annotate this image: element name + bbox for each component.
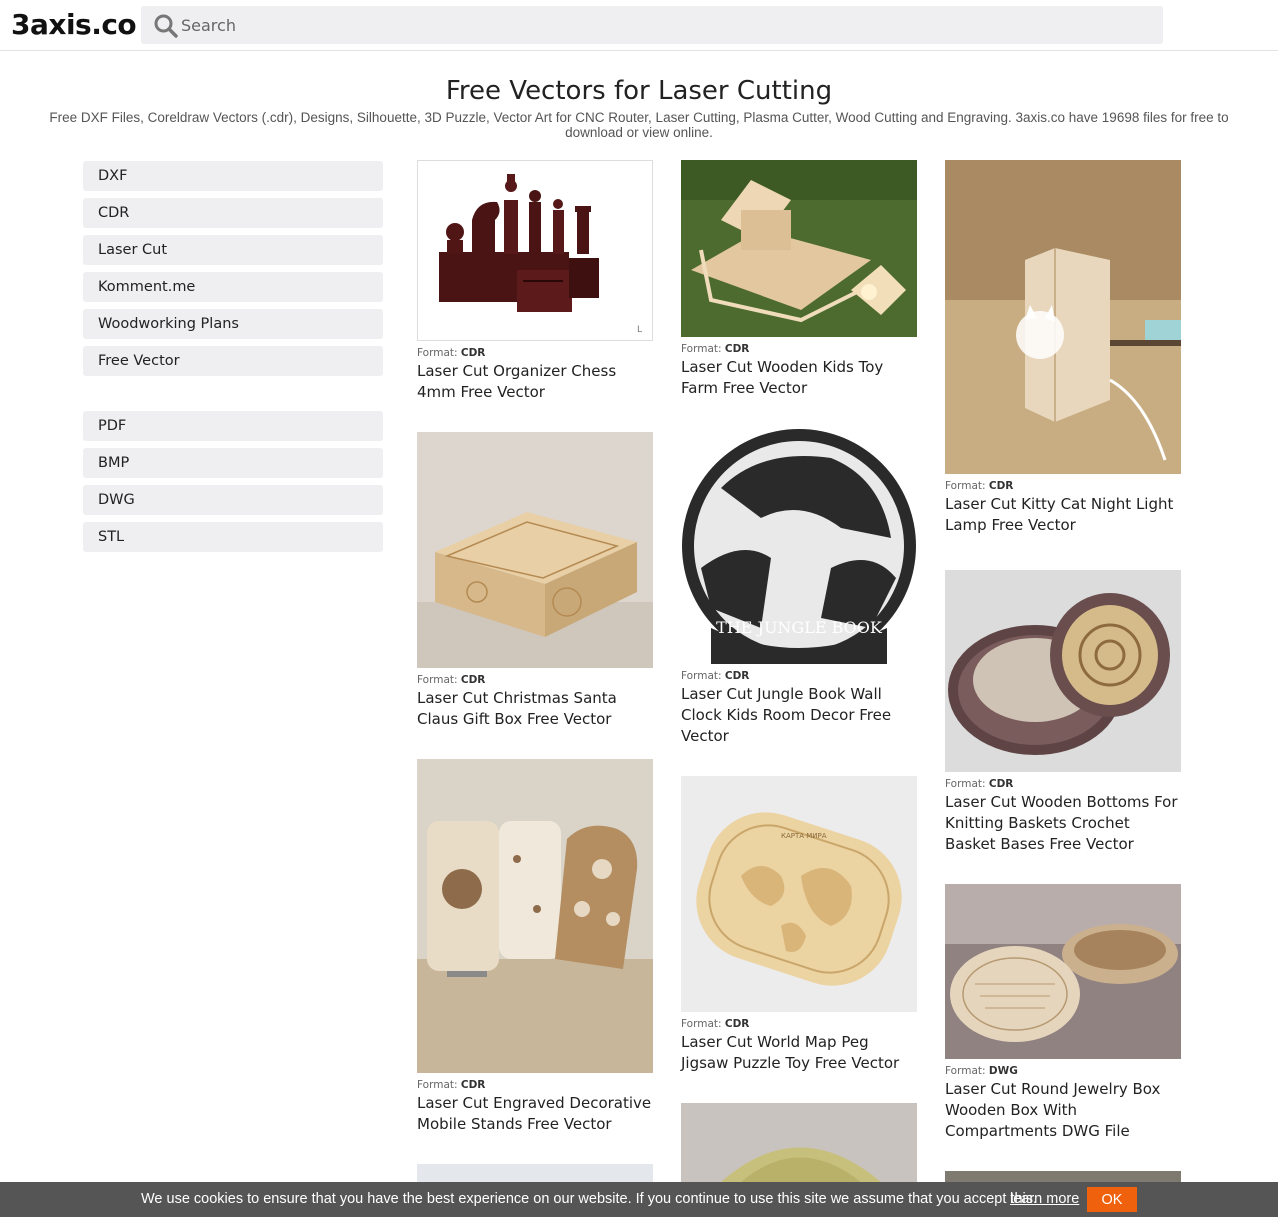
site-header: 3axis.co	[0, 0, 1278, 51]
chess-organizer-image[interactable]: L	[417, 160, 653, 341]
cookie-ok-button[interactable]: OK	[1087, 1187, 1137, 1212]
format-label: Format: CDR	[417, 1079, 486, 1091]
search-input[interactable]	[181, 6, 1141, 44]
svg-text:L: L	[637, 325, 642, 335]
sidebar-item-laser-cut[interactable]: Laser Cut	[83, 235, 383, 265]
toy-farm-image[interactable]	[681, 160, 917, 337]
page-title: Free Vectors for Laser Cutting	[445, 76, 833, 106]
page-description: Free DXF Files, Coreldraw Vectors (.cdr)…	[49, 110, 1229, 140]
format-label: Format: CDR	[681, 1018, 750, 1030]
world-map-puzzle-image[interactable]: КАРТА МИРА	[681, 776, 917, 1012]
svg-text:THE JUNGLE BOOK: THE JUNGLE BOOK	[716, 618, 883, 637]
learn-more-link[interactable]: learn more	[1010, 1191, 1079, 1207]
format-label: Format: CDR	[417, 347, 486, 359]
product-image-partial[interactable]	[417, 1164, 653, 1182]
sidebar-item-dxf[interactable]: DXF	[83, 161, 383, 191]
sidebar-separator	[83, 383, 383, 411]
search-icon	[154, 14, 178, 38]
site-logo[interactable]: 3axis.co	[11, 8, 137, 41]
jewelry-box-image[interactable]	[945, 884, 1181, 1059]
format-label: Format: DWG	[945, 1065, 1018, 1077]
cookie-consent-bar: We use cookies to ensure that you have t…	[0, 1182, 1278, 1217]
sidebar-item-free-vector[interactable]: Free Vector	[83, 346, 383, 376]
svg-text:КАРТА МИРА: КАРТА МИРА	[781, 832, 827, 840]
search-bar[interactable]	[141, 6, 1163, 44]
sidebar-item-woodworking-plans[interactable]: Woodworking Plans	[83, 309, 383, 339]
product-card: Format: CDR Laser Cut Kitty Cat Night Li…	[945, 160, 1181, 536]
sidebar: DXF CDR Laser Cut Komment.me Woodworking…	[83, 161, 383, 559]
format-label: Format: CDR	[681, 343, 750, 355]
jungle-book-clock-image[interactable]: THE JUNGLE BOOK	[681, 428, 917, 664]
cookie-message: We use cookies to ensure that you have t…	[141, 1191, 1038, 1207]
knitting-basket-image[interactable]	[945, 570, 1181, 772]
product-card: THE JUNGLE BOOK Format: CDR Laser Cut Ju…	[681, 428, 917, 747]
card-title-link[interactable]: Laser Cut Christmas Santa Claus Gift Box…	[417, 688, 653, 730]
product-card: Format: CDR Laser Cut Engraved Decorativ…	[417, 759, 653, 1135]
product-card: Format: CDR Laser Cut Wooden Bottoms For…	[945, 570, 1181, 855]
format-label: Format: CDR	[945, 778, 1014, 790]
card-title-link[interactable]: Laser Cut Organizer Chess 4mm Free Vecto…	[417, 361, 653, 403]
sidebar-item-stl[interactable]: STL	[83, 522, 383, 552]
product-image-partial[interactable]	[945, 1171, 1181, 1182]
product-card: Format: CDR Laser Cut Christmas Santa Cl…	[417, 432, 653, 730]
card-title-link[interactable]: Laser Cut Jungle Book Wall Clock Kids Ro…	[681, 684, 917, 747]
sidebar-item-bmp[interactable]: BMP	[83, 448, 383, 478]
card-title-link[interactable]: Laser Cut Engraved Decorative Mobile Sta…	[417, 1093, 653, 1135]
sidebar-item-komment-me[interactable]: Komment.me	[83, 272, 383, 302]
card-title-link[interactable]: Laser Cut Kitty Cat Night Light Lamp Fre…	[945, 494, 1181, 536]
mobile-stands-image[interactable]	[417, 759, 653, 1073]
sidebar-item-pdf[interactable]: PDF	[83, 411, 383, 441]
card-title-link[interactable]: Laser Cut Wooden Bottoms For Knitting Ba…	[945, 792, 1181, 855]
format-label: Format: CDR	[681, 670, 750, 682]
cat-lamp-image[interactable]	[945, 160, 1181, 474]
product-card: КАРТА МИРА Format: CDR Laser Cut World M…	[681, 776, 917, 1074]
card-title-link[interactable]: Laser Cut Round Jewelry Box Wooden Box W…	[945, 1079, 1181, 1142]
sidebar-item-cdr[interactable]: CDR	[83, 198, 383, 228]
format-label: Format: CDR	[945, 480, 1014, 492]
format-label: Format: CDR	[417, 674, 486, 686]
product-card: L Format: CDR Laser Cut Organizer Chess …	[417, 160, 653, 403]
sidebar-item-dwg[interactable]: DWG	[83, 485, 383, 515]
product-card: Format: CDR Laser Cut Wooden Kids Toy Fa…	[681, 160, 917, 399]
product-card: Format: DWG Laser Cut Round Jewelry Box …	[945, 884, 1181, 1142]
gift-box-image[interactable]	[417, 432, 653, 668]
card-title-link[interactable]: Laser Cut World Map Peg Jigsaw Puzzle To…	[681, 1032, 917, 1074]
product-image-partial[interactable]	[681, 1103, 917, 1182]
card-title-link[interactable]: Laser Cut Wooden Kids Toy Farm Free Vect…	[681, 357, 917, 399]
